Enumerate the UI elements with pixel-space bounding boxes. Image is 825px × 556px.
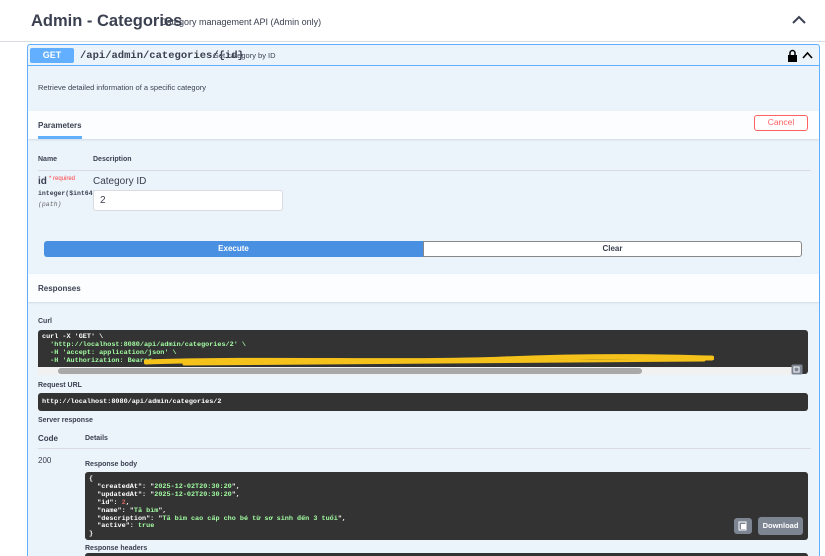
param-type: integer($int64) xyxy=(38,190,97,197)
divider xyxy=(38,170,811,171)
json-line: "id": 2, xyxy=(89,498,130,507)
json-value: 2 xyxy=(121,498,126,507)
operation-description: Retrieve detailed information of a speci… xyxy=(38,83,207,92)
response-status-code: 200 xyxy=(38,456,52,465)
responses-title: Responses xyxy=(38,284,81,293)
code-column-header: Code xyxy=(38,434,58,443)
divider xyxy=(38,448,811,449)
json-line: "updatedAt": "2025-12-02T20:30:20", xyxy=(89,490,240,499)
param-location: (path) xyxy=(38,201,62,208)
chevron-up-icon[interactable] xyxy=(801,49,814,62)
cancel-button[interactable]: Cancel xyxy=(754,115,808,131)
request-url: http://localhost:8080/api/admin/categori… xyxy=(38,393,808,411)
json-value: 2025-12-02T20:30:20 xyxy=(154,490,232,499)
json-line: "active": true xyxy=(89,522,155,531)
operation-summary[interactable]: GET /api/admin/categories/{id} Get categ… xyxy=(28,45,819,66)
request-url-label: Request URL xyxy=(38,382,82,389)
clear-button[interactable]: Clear xyxy=(423,241,802,257)
response-headers-label: Response headers xyxy=(85,545,148,552)
method-badge: GET xyxy=(30,48,74,63)
parameters-header: Parameters Cancel xyxy=(28,111,819,139)
tag-header[interactable]: Admin - Categories Category management A… xyxy=(0,0,825,42)
tab-parameters[interactable]: Parameters xyxy=(38,121,82,139)
lock-icon[interactable] xyxy=(787,49,798,62)
tag-description: Category management API (Admin only) xyxy=(160,17,322,27)
execute-button[interactable]: Execute xyxy=(44,241,423,257)
json-value: 2025-12-02T20:30:20 xyxy=(154,482,232,491)
curl-label: Curl xyxy=(38,318,52,325)
operation-block: GET /api/admin/categories/{id} Get categ… xyxy=(27,44,820,556)
details-column-header: Details xyxy=(85,435,108,442)
column-description-header: Description xyxy=(93,156,132,163)
operation-summary-text: Get category by ID xyxy=(213,51,276,60)
json-line: "description": "Tã bỉm cao cấp cho bé từ… xyxy=(89,514,346,523)
copy-icon[interactable] xyxy=(791,364,803,375)
json-value: Tã bỉm cao cấp cho bé từ sơ sinh đến 3 t… xyxy=(162,514,338,523)
param-id-input[interactable]: 2 xyxy=(93,190,283,211)
responses-header: Responses xyxy=(28,274,819,302)
response-body-label: Response body xyxy=(85,461,138,468)
copy-icon[interactable] xyxy=(734,518,752,534)
json-value: true xyxy=(137,522,155,531)
json-value: Tã bỉm xyxy=(133,506,159,515)
scrollbar-thumb[interactable] xyxy=(58,368,642,374)
param-required-flag: * required xyxy=(49,176,76,182)
chevron-up-icon[interactable] xyxy=(790,11,808,29)
curl-line: curl -X 'GET' \ xyxy=(42,333,104,341)
download-button[interactable]: Download xyxy=(758,517,803,535)
param-name: id xyxy=(38,176,47,187)
json-brace: } xyxy=(89,530,94,539)
highlight-mark xyxy=(144,354,714,366)
server-response-label: Server response xyxy=(38,417,93,424)
param-description: Category ID xyxy=(93,176,147,187)
curl-line: 'http://localhost:8080/api/admin/categor… xyxy=(42,341,246,349)
column-name-header: Name xyxy=(38,156,58,163)
response-body: { "createdAt": "2025-12-02T20:30:20", "u… xyxy=(85,472,808,540)
